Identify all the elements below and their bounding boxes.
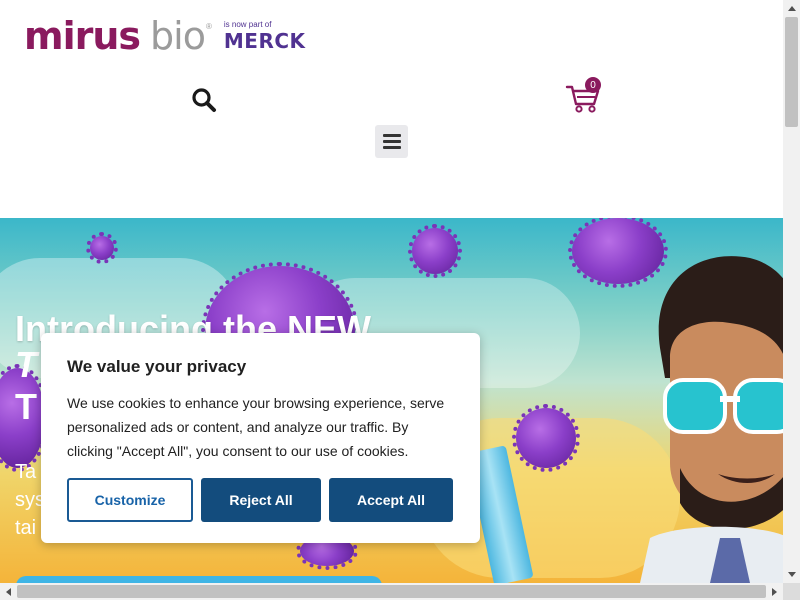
reject-all-button[interactable]: Reject All xyxy=(201,478,321,522)
logo-mirus-text: mirus xyxy=(24,14,141,58)
scrollbar-corner xyxy=(783,583,800,600)
logo-merck-group: is now part of MERCK xyxy=(223,20,306,53)
hamburger-menu-icon-bar xyxy=(382,146,401,149)
customize-button[interactable]: Customize xyxy=(67,478,193,522)
accept-all-button[interactable]: Accept All xyxy=(329,478,453,522)
horizontal-scrollbar-thumb[interactable] xyxy=(17,585,766,598)
hamburger-menu-icon-bar xyxy=(382,134,401,137)
cart-count-badge: 0 xyxy=(585,77,601,93)
logo-bio-text: bio xyxy=(150,14,206,58)
page: mirus bio ® is now part of MERCK 0 Intro… xyxy=(0,0,783,583)
cookie-description: We use cookies to enhance your browsing … xyxy=(67,395,445,459)
scroll-down-arrow-icon[interactable] xyxy=(783,566,800,583)
menu-toggle-button[interactable] xyxy=(375,125,408,158)
logo-registered-mark: ® xyxy=(205,22,212,31)
cookie-consent-dialog: We value your privacy We use cookies to … xyxy=(41,333,480,543)
hero-title-line3: T xyxy=(15,386,37,427)
cookie-title: We value your privacy xyxy=(67,357,247,376)
hero-title-line2: T xyxy=(15,344,37,385)
scroll-right-arrow-icon[interactable] xyxy=(766,583,783,600)
vertical-scrollbar-thumb[interactable] xyxy=(785,17,798,127)
logo-now-part-text: is now part of xyxy=(223,20,272,29)
search-icon[interactable] xyxy=(191,87,217,113)
virus-illustration xyxy=(512,404,580,472)
virus-illustration xyxy=(408,224,462,278)
hero-cta-button[interactable] xyxy=(16,576,382,583)
hamburger-menu-icon-bar xyxy=(382,140,401,143)
scroll-up-arrow-icon[interactable] xyxy=(783,0,800,17)
merck-logo-text: MERCK xyxy=(223,29,306,53)
site-logo[interactable]: mirus bio ® is now part of MERCK xyxy=(24,14,306,58)
scroll-left-arrow-icon[interactable] xyxy=(0,583,17,600)
virus-illustration xyxy=(86,232,118,264)
scientist-illustration xyxy=(640,256,783,583)
